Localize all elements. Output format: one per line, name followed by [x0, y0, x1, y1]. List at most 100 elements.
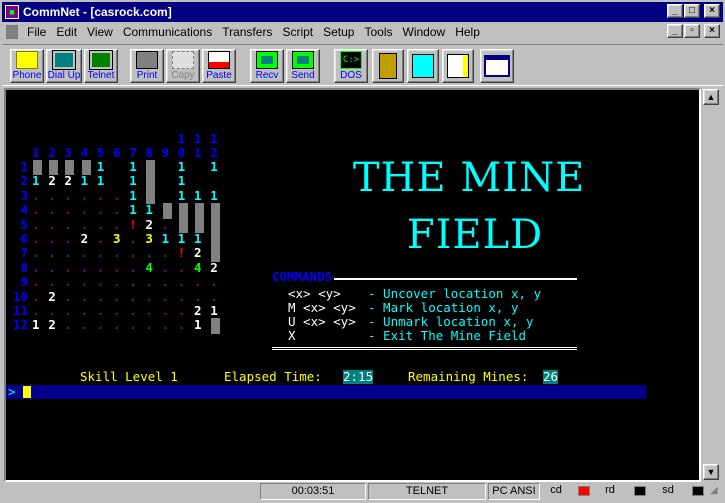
covered-cell: . [80, 274, 89, 290]
number-cell: 2 [48, 288, 56, 304]
copy-button[interactable]: Copy [166, 49, 200, 83]
covered-cell: . [161, 303, 170, 318]
charset: PC ANSI [488, 483, 540, 500]
covered-cell: . [48, 245, 56, 261]
covered-cell: . [161, 288, 170, 304]
number-cell: 1 [96, 173, 105, 189]
telnet-button[interactable]: Telnet [84, 49, 118, 83]
uncovered-empty-cell[interactable] [178, 203, 188, 219]
uncovered-empty-cell[interactable] [195, 203, 204, 219]
child-close-button[interactable]: × [704, 24, 720, 38]
number-cell: 2 [210, 259, 218, 275]
covered-cell: . [161, 259, 170, 275]
covered-cell: . [64, 274, 72, 290]
title-field: FIELD [352, 175, 543, 295]
menu-view[interactable]: View [82, 25, 118, 39]
number-cell: 2 [80, 231, 89, 246]
col-label: 9 [161, 145, 170, 160]
copy-icon [172, 51, 194, 69]
menu-window[interactable]: Window [398, 25, 451, 39]
uncovered-empty-cell[interactable] [211, 232, 221, 248]
row-label: 6 [20, 231, 28, 246]
close-button[interactable]: × [704, 4, 720, 18]
menu-setup[interactable]: Setup [318, 25, 359, 39]
print-button[interactable]: Print [130, 49, 164, 83]
phone-button[interactable]: Phone [10, 49, 44, 83]
covered-cell: . [210, 274, 218, 290]
menu-edit[interactable]: Edit [51, 25, 82, 39]
status-bar: 00:03:51 TELNET PC ANSI cd rd sd ◢ [2, 482, 723, 501]
app-icon[interactable]: ■ [5, 5, 19, 19]
covered-cell: . [113, 187, 121, 203]
computer-icon [52, 50, 76, 70]
document-icon[interactable] [6, 25, 18, 39]
number-cell: 1 [177, 173, 186, 189]
covered-cell: . [129, 274, 137, 290]
uncovered-empty-cell[interactable] [211, 217, 221, 233]
covered-cell: . [161, 317, 170, 333]
dialup-button[interactable]: Dial Up [46, 49, 82, 83]
terminal-screen[interactable]: THE MINE FIELD 1111234567890121234567891… [4, 88, 701, 482]
number-cell: 3 [145, 231, 153, 246]
row-label: 2 [20, 173, 28, 189]
scroll-down-arrow-icon[interactable]: ▼ [703, 464, 719, 480]
command-description: - Mark location x, y [368, 300, 519, 315]
menu-help[interactable]: Help [450, 25, 485, 39]
number-cell: 1 [129, 202, 137, 218]
covered-cell: . [80, 259, 89, 275]
col-label: 5 [96, 145, 105, 160]
filing-cabinet-button[interactable] [372, 49, 404, 83]
minimize-button[interactable]: _ [667, 4, 683, 18]
menu-file[interactable]: File [22, 25, 51, 39]
child-restore-button[interactable]: ▫ [684, 24, 700, 38]
filing-cabinet-icon [379, 53, 397, 79]
receive-button[interactable]: Recv [250, 49, 284, 83]
covered-cell: . [129, 303, 137, 318]
uncovered-empty-cell[interactable] [146, 174, 156, 190]
covered-cell: . [161, 245, 170, 261]
menu-tools[interactable]: Tools [359, 25, 397, 39]
uncovered-empty-cell[interactable] [211, 318, 221, 334]
row-label: 10 [12, 288, 28, 304]
number-cell: 1 [177, 159, 186, 174]
resize-grip-icon[interactable]: ◢ [710, 486, 722, 498]
vertical-scrollbar[interactable]: ▲ ▼ [702, 88, 720, 482]
covered-cell: . [96, 317, 105, 333]
number-cell: 2 [48, 317, 56, 333]
number-cell: 1 [177, 231, 186, 246]
menu-script[interactable]: Script [277, 25, 318, 39]
number-cell: 1 [145, 202, 153, 218]
remaining-value: 26 [543, 369, 559, 384]
window-button[interactable] [480, 49, 514, 83]
covered-cell: . [32, 288, 40, 304]
covered-cell: . [80, 216, 89, 232]
col-tens-label: 1 [194, 131, 202, 146]
menu-transfers[interactable]: Transfers [217, 25, 277, 39]
dos-button[interactable]: C:> DOS [334, 49, 368, 83]
title-bar[interactable]: ■ CommNet - [casrock.com] _ □ × [2, 2, 723, 22]
command-key: X [288, 328, 296, 343]
menu-communications[interactable]: Communications [118, 25, 217, 39]
covered-cell: . [96, 216, 105, 232]
covered-cell: . [113, 288, 121, 304]
send-button[interactable]: Send [286, 49, 320, 83]
uncovered-empty-cell[interactable] [146, 160, 156, 176]
covered-cell: . [96, 187, 105, 203]
maximize-button[interactable]: □ [684, 4, 700, 18]
printer-icon [136, 51, 158, 69]
commands-header: COMMANDS [272, 269, 335, 284]
paste-button[interactable]: Paste [202, 49, 236, 83]
notes-button[interactable] [407, 49, 439, 83]
scroll-up-arrow-icon[interactable]: ▲ [703, 89, 719, 105]
command-line[interactable]: > [6, 385, 646, 399]
covered-cell: . [32, 245, 40, 261]
covered-cell: . [129, 259, 137, 275]
editor-button[interactable] [442, 49, 474, 83]
child-minimize-button[interactable]: _ [667, 24, 683, 38]
covered-cell: . [113, 259, 121, 275]
covered-cell: . [145, 274, 153, 290]
uncovered-empty-cell[interactable] [211, 203, 221, 219]
covered-cell: . [194, 274, 202, 290]
receive-icon [256, 51, 278, 69]
covered-cell: . [64, 187, 72, 203]
